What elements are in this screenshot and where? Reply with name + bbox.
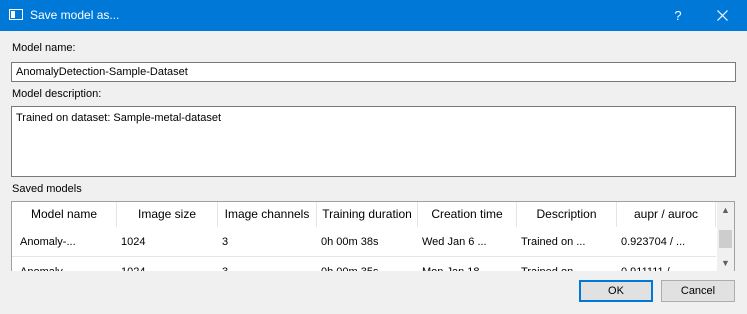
cell-description: Trained on ...	[521, 236, 586, 248]
cell-aupr-auroc: 0.923704 / ...	[621, 236, 686, 248]
model-description-textarea[interactable]: Trained on dataset: Sample-metal-dataset	[11, 106, 736, 177]
column-header-training-duration[interactable]: Training duration	[317, 202, 418, 227]
cell-description: Trained on ...	[517, 257, 617, 271]
model-name-input[interactable]: AnomalyDetection-Sample-Dataset	[11, 62, 736, 82]
column-header-description[interactable]: Description	[517, 202, 617, 227]
close-icon	[717, 10, 728, 21]
column-header-creation-time[interactable]: Creation time	[418, 202, 517, 227]
app-icon	[9, 9, 23, 20]
cell-image-size: 1024	[117, 257, 218, 271]
scroll-down-icon[interactable]: ▼	[717, 255, 734, 271]
cell-image-channels: 3	[222, 236, 229, 248]
table-row[interactable]: Anomaly-... 1024 3 0h 00m 38s Wed Jan 6 …	[12, 227, 716, 257]
model-name-value: AnomalyDetection-Sample-Dataset	[16, 66, 188, 78]
table-row[interactable]: Anomaly-... 1024 3 0h 00m 35s Mon Jan 18…	[12, 257, 716, 271]
saved-models-table[interactable]: Model name Image size Image channels Tra…	[11, 201, 735, 271]
column-header-model-name[interactable]: Model name	[12, 202, 117, 227]
cell-model-name: Anomaly-...	[16, 257, 117, 271]
table-header: Model name Image size Image channels Tra…	[12, 202, 716, 227]
model-name-label: Model name:	[12, 42, 76, 54]
cell-training-duration: 0h 00m 38s	[321, 236, 379, 248]
close-button[interactable]	[705, 0, 741, 31]
model-description-label: Model description:	[12, 88, 102, 100]
cell-creation-time: Mon Jan 18 ...	[418, 257, 517, 271]
help-button[interactable]: ?	[663, 0, 693, 31]
model-description-value: Trained on dataset: Sample-metal-dataset	[16, 112, 222, 124]
cell-image-size: 1024	[121, 236, 146, 248]
column-header-aupr-auroc[interactable]: aupr / auroc	[617, 202, 716, 227]
cell-training-duration: 0h 00m 35s	[317, 257, 418, 271]
cancel-button[interactable]: Cancel	[661, 280, 735, 302]
title-bar: Save model as... ?	[0, 0, 747, 31]
cell-aupr-auroc: 0.911111 / ...	[617, 257, 716, 271]
column-header-image-channels[interactable]: Image channels	[218, 202, 317, 227]
cell-model-name: Anomaly-...	[20, 236, 76, 248]
cell-creation-time: Wed Jan 6 ...	[422, 236, 487, 248]
vertical-scrollbar[interactable]: ▲ ▼	[717, 202, 734, 271]
column-header-image-size[interactable]: Image size	[117, 202, 218, 227]
window-title: Save model as...	[30, 8, 120, 22]
saved-models-label: Saved models	[12, 183, 82, 195]
ok-button[interactable]: OK	[579, 280, 653, 302]
scroll-thumb[interactable]	[719, 230, 732, 248]
cell-image-channels: 3	[218, 257, 317, 271]
scroll-up-icon[interactable]: ▲	[717, 202, 734, 219]
